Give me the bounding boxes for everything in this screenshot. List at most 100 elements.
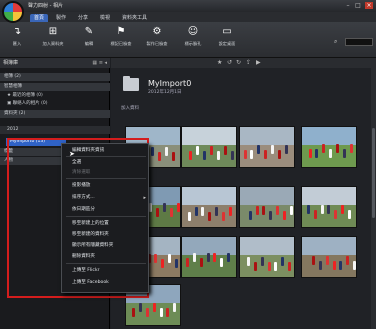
- edit-button[interactable]: ✎ 編輯: [72, 26, 106, 47]
- sidebar-item-label: 智慧相簿: [4, 84, 22, 89]
- rotate-left-icon[interactable]: ↺: [227, 59, 232, 66]
- tab-folder-tools[interactable]: 資料夾工具: [118, 14, 151, 22]
- add-folder-icon: ⊞: [48, 26, 58, 37]
- sidebar-item-recent[interactable]: ★ 最近的相簿 (0): [0, 92, 110, 100]
- share-icon[interactable]: ⇪: [246, 59, 251, 66]
- sidebar-item-smart-albums[interactable]: 智慧相簿: [0, 83, 110, 91]
- flag-label: 標記已檢查: [110, 41, 132, 46]
- slideshow-icon[interactable]: ▶: [256, 59, 261, 66]
- sidebar-item-label: ★ 最近的相簿 (0): [7, 93, 43, 98]
- photo-thumbnail[interactable]: [301, 236, 357, 278]
- sidebar-item-label: MyImport0 (13): [10, 139, 46, 144]
- menu-item-slideshow[interactable]: 投影播放: [62, 181, 150, 191]
- photo-figure: [326, 256, 329, 265]
- import-icon: ↴: [12, 26, 22, 37]
- context-menu: 編輯資料夾資訊 全選 清除選取 投影播放 排序方式... ▸ 依日期區分 移至新…: [61, 143, 149, 293]
- menu-separator: [66, 216, 146, 217]
- photo-figure: [343, 149, 346, 158]
- maximize-button[interactable]: □: [354, 2, 362, 9]
- menu-item-select-all[interactable]: 全選: [62, 158, 150, 168]
- menu-separator: [66, 263, 146, 264]
- photo-sky: [302, 187, 356, 205]
- photo-figure: [203, 151, 206, 160]
- menu-item-sort-by[interactable]: 排序方式... ▸: [62, 193, 150, 203]
- photo-figure: [274, 262, 277, 271]
- menu-item-show-hidden-folders[interactable]: 顯示所有隱藏資料夾: [62, 241, 150, 251]
- photo-thumbnail[interactable]: [301, 126, 357, 168]
- photo-figure: [249, 211, 252, 220]
- folder-date: 2012年12月1日: [148, 90, 182, 95]
- menu-item-group-by-date[interactable]: 依日期區分: [62, 205, 150, 215]
- photo-figure: [321, 205, 324, 214]
- folder-icon: [123, 76, 139, 91]
- photo-figure: [207, 253, 210, 262]
- menu-item-upload-facebook[interactable]: 上傳至 Facebook: [62, 278, 150, 288]
- photo-figure: [254, 262, 257, 271]
- flag-button[interactable]: ⚑ 標記已檢查: [104, 26, 138, 47]
- photo-thumbnail[interactable]: [239, 126, 295, 168]
- photo-thumbnail[interactable]: [239, 186, 295, 228]
- tab-view[interactable]: 檢視: [96, 14, 114, 22]
- menu-item-clear-selection: 清除選取: [72, 170, 91, 175]
- rotate-right-icon[interactable]: ↻: [236, 59, 241, 66]
- menu-item-move-to-new-folder[interactable]: 移至新建的資料夾: [62, 230, 150, 240]
- photo-figure: [288, 262, 291, 271]
- menu-item-move-to-location[interactable]: 移至新建上的位置: [62, 219, 150, 229]
- photo-figure: [193, 253, 196, 262]
- photo-figure: [264, 150, 267, 159]
- photo-figure: [247, 257, 250, 266]
- photo-figure: [341, 205, 344, 214]
- menu-item-upload-flickr[interactable]: 上傳至 Flickr: [62, 266, 150, 276]
- sidebar-item-2012[interactable]: 2012: [0, 126, 110, 134]
- scrollbar-thumb[interactable]: [372, 128, 375, 218]
- sidebar-item-myimport0[interactable]: MyImport0 (13): [6, 138, 66, 146]
- photo-figure: [139, 303, 142, 312]
- sidebar-item-label: 資料夾 (2): [4, 111, 26, 116]
- menu-separator: [66, 178, 146, 179]
- make-button[interactable]: ⚙ 製作已檢查: [140, 26, 174, 47]
- photo-figure: [217, 151, 220, 160]
- photo-figure: [200, 258, 203, 267]
- photo-figure: [285, 145, 288, 154]
- edit-icon: ✎: [84, 26, 94, 37]
- photo-figure: [153, 303, 156, 312]
- photo-thumbnail[interactable]: [239, 236, 295, 278]
- photo-thumbnail[interactable]: [181, 126, 237, 168]
- photo-figure: [312, 256, 315, 265]
- menu-item-edit-folder-info[interactable]: 編輯資料夾資訊: [62, 146, 150, 156]
- add-folder-label: 加入資料夾: [42, 41, 64, 46]
- photo-figure: [208, 212, 211, 221]
- star-icon[interactable]: ★: [217, 59, 222, 66]
- add-folder-button[interactable]: ⊞ 加入資料夾: [36, 26, 70, 47]
- tag-faces-button[interactable]: ☺ 標示臉孔: [176, 26, 210, 47]
- minimize-button[interactable]: –: [344, 2, 352, 9]
- scrollbar[interactable]: [371, 68, 376, 329]
- search-input[interactable]: [345, 38, 373, 46]
- photo-figure: [244, 150, 247, 159]
- photo-sky: [240, 127, 294, 145]
- tab-home[interactable]: 首頁: [30, 14, 49, 22]
- sidebar-item-contacts[interactable]: ▣ 聯絡人的相片 (0): [0, 100, 110, 108]
- edit-label: 編輯: [84, 41, 94, 46]
- photo-figure: [314, 210, 317, 219]
- photo-thumbnail[interactable]: [181, 236, 237, 278]
- sidebar-item-folders[interactable]: 資料夾 (2): [0, 110, 110, 118]
- photo-figure: [160, 308, 163, 317]
- photo-figure: [250, 150, 253, 159]
- close-button[interactable]: ×: [365, 2, 373, 9]
- photo-figure: [196, 146, 199, 155]
- tab-create[interactable]: 製作: [52, 14, 70, 22]
- menu-item-label: 排序方式...: [72, 195, 95, 200]
- photo-figure: [350, 144, 353, 153]
- submenu-arrow-icon: ▸: [143, 195, 146, 201]
- set-desktop-button[interactable]: ▭ 設定桌面: [210, 26, 244, 47]
- menu-item-delete-folder[interactable]: 刪除資料夾: [62, 252, 150, 262]
- photo-thumbnail[interactable]: [301, 186, 357, 228]
- import-button[interactable]: ↴ 匯入: [0, 26, 34, 47]
- tab-share[interactable]: 分享: [74, 14, 92, 22]
- view-toggle-icon[interactable]: ▦ ≡ ◂: [92, 58, 107, 68]
- photo-figure: [315, 149, 318, 158]
- photo-figure: [339, 261, 342, 270]
- sidebar-item-albums[interactable]: 相簿 (2): [0, 73, 110, 81]
- photo-thumbnail[interactable]: [181, 186, 237, 228]
